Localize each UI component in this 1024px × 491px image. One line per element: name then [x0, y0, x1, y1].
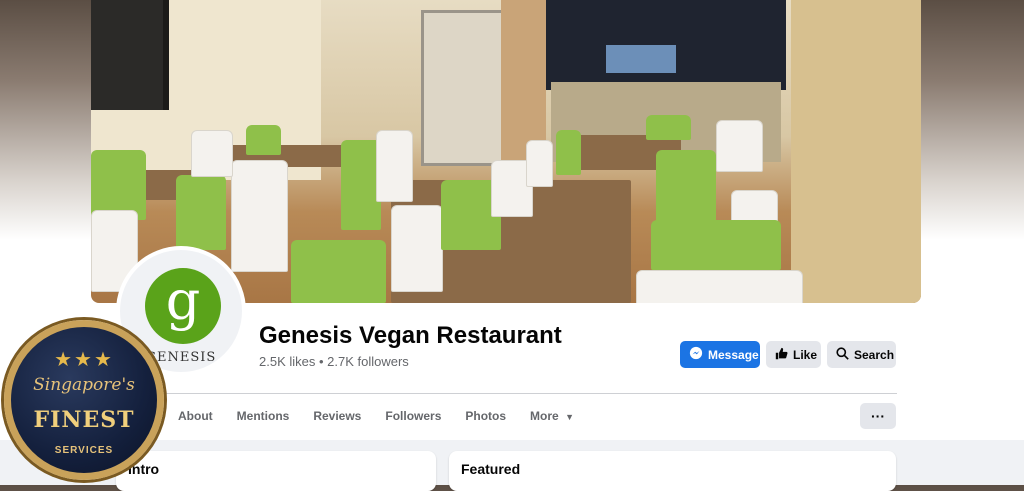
messenger-icon	[689, 346, 703, 363]
featured-card: Featured	[449, 451, 896, 491]
header-divider	[116, 393, 897, 394]
tab-reviews[interactable]: Reviews	[313, 409, 361, 423]
tab-more-label: More	[530, 409, 559, 423]
cover-chair	[246, 125, 281, 155]
cover-chair	[341, 140, 381, 230]
like-button[interactable]: Like	[766, 341, 821, 368]
like-label: Like	[793, 347, 818, 362]
badge-line-1: Singapore's	[33, 375, 135, 395]
cover-kitchen	[546, 0, 786, 90]
tab-more[interactable]: More ▼	[530, 409, 574, 423]
cover-chair	[176, 175, 226, 250]
tab-photos[interactable]: Photos	[465, 409, 506, 423]
thumbs-up-icon	[775, 347, 788, 363]
cover-window	[91, 0, 169, 110]
cover-chair	[556, 130, 581, 175]
cover-chair	[231, 160, 288, 272]
tab-followers[interactable]: Followers	[385, 409, 441, 423]
cover-chair	[391, 205, 443, 292]
search-label: Search	[854, 347, 895, 362]
cover-chair	[526, 140, 553, 187]
cover-chair	[291, 240, 386, 303]
singapores-finest-badge: ★★★ Singapore's FINEST SERVICES	[4, 320, 164, 480]
tab-mentions[interactable]: Mentions	[237, 409, 290, 423]
cover-chair	[376, 130, 413, 202]
page-stats[interactable]: 2.5K likes • 2.7K followers	[259, 354, 409, 369]
message-button[interactable]: Message	[680, 341, 760, 368]
cover-right-wall	[791, 0, 921, 303]
stars-icon: ★★★	[54, 349, 114, 371]
cover-chair	[191, 130, 233, 177]
cover-chair	[716, 120, 763, 172]
badge-line-3: SERVICES	[54, 445, 114, 456]
search-icon	[836, 346, 849, 363]
more-options-button[interactable]: ···	[860, 403, 896, 429]
message-label: Message	[708, 347, 759, 362]
page-title: Genesis Vegan Restaurant	[259, 322, 562, 349]
caret-down-icon: ▼	[565, 412, 574, 422]
cover-kitchen-window	[606, 45, 676, 73]
tab-about[interactable]: About	[178, 409, 213, 423]
logo-mark: g	[145, 268, 221, 344]
cover-chair	[646, 115, 691, 140]
page-tabs: About Mentions Reviews Followers Photos …	[178, 409, 598, 423]
intro-card: Intro	[116, 451, 436, 491]
cover-shelf	[421, 10, 507, 166]
search-button[interactable]: Search	[827, 341, 896, 368]
cover-chair	[636, 270, 803, 303]
featured-title: Featured	[461, 461, 521, 477]
cover-chair	[656, 150, 716, 230]
cover-chair	[651, 220, 781, 270]
badge-line-2: FINEST	[33, 407, 135, 433]
